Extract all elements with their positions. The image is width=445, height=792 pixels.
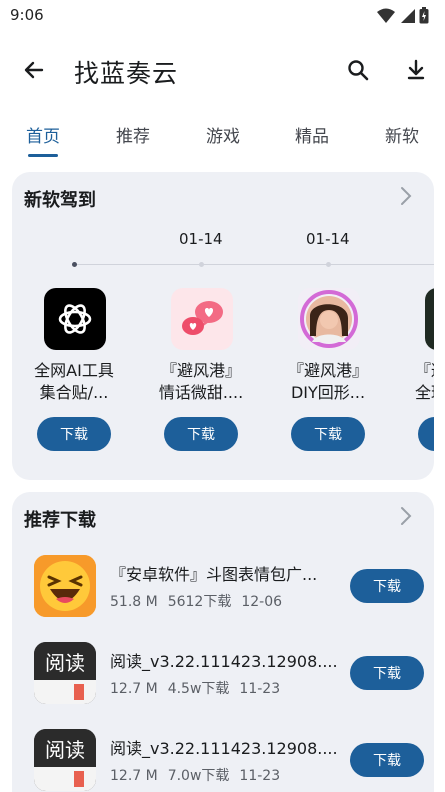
page-title: 找蓝奏云 bbox=[74, 59, 179, 88]
app-meta: 12.7 M 4.5w下载 11-23 bbox=[110, 678, 290, 698]
chevron-right-icon bbox=[401, 507, 412, 525]
wifi-icon bbox=[377, 8, 395, 23]
recommended-card: 推荐下载 『安卓软件』斗图表情包广... 51.8 M 5612下载 12-06 下… bbox=[12, 492, 434, 792]
new-software-card: 新软驾到 01-14 01-14 全网AI工具 集合贴/... 下载 『避风港』… bbox=[12, 172, 434, 480]
green-app-icon bbox=[425, 288, 434, 350]
read-app-icon: 阅读 bbox=[34, 642, 96, 704]
status-time: 9:06 bbox=[10, 6, 44, 24]
app-name: 『避风港』 情话微甜.... bbox=[153, 360, 249, 404]
list-item[interactable]: 阅读 阅读_v3.22.111423.12908.... 12.7 M 4.5w下… bbox=[12, 642, 434, 728]
arrow-left-icon bbox=[24, 61, 44, 79]
battery-icon bbox=[419, 7, 429, 24]
app-name-line: 『避 bbox=[415, 361, 434, 380]
chevron-right-icon bbox=[401, 187, 412, 205]
app-name-line: 全网AI工具 bbox=[34, 361, 114, 380]
status-icons bbox=[377, 7, 429, 24]
app-meta: 51.8 M 5612下载 12-06 bbox=[110, 591, 292, 611]
timeline-line bbox=[74, 264, 434, 265]
laughing-emoji-icon bbox=[34, 555, 96, 617]
app-name-line: 全球 bbox=[415, 383, 434, 402]
tab-recommend[interactable]: 推荐 bbox=[116, 122, 150, 147]
app-name-line: 『避风港』 bbox=[287, 361, 368, 380]
app-size: 12.7 M bbox=[110, 681, 158, 697]
tab-premium[interactable]: 精品 bbox=[295, 122, 329, 147]
more-button[interactable] bbox=[396, 186, 416, 206]
tab-indicator bbox=[28, 154, 58, 157]
avatar-frame-icon bbox=[298, 288, 360, 350]
download-count: 5612下载 bbox=[167, 594, 232, 610]
tab-games[interactable]: 游戏 bbox=[206, 122, 240, 147]
app-name-line: 『避风港』 bbox=[160, 361, 241, 380]
app-name: 『避风港』 DIY回形... bbox=[280, 360, 376, 404]
timeline-dot bbox=[199, 262, 204, 267]
section-title: 推荐下载 bbox=[24, 510, 96, 531]
download-button[interactable]: 下载 bbox=[164, 417, 238, 451]
timeline-dot bbox=[72, 262, 77, 267]
tab-new-software[interactable]: 新软 bbox=[385, 122, 419, 147]
app-name: 阅读_v3.22.111423.12908.... bbox=[110, 739, 338, 758]
icon-text: 阅读 bbox=[45, 737, 85, 762]
read-app-icon: 阅读 bbox=[34, 729, 96, 791]
status-bar: 9:06 bbox=[0, 0, 445, 32]
app-bar: 找蓝奏云 bbox=[0, 40, 445, 100]
back-button[interactable] bbox=[16, 52, 52, 88]
update-date: 11-23 bbox=[239, 681, 281, 697]
app-name-line: 情话微甜.... bbox=[158, 383, 244, 402]
download-button[interactable]: 下载 bbox=[350, 656, 424, 690]
chat-hearts-icon bbox=[171, 288, 233, 350]
tab-home[interactable]: 首页 bbox=[26, 122, 60, 147]
download-manager-button[interactable] bbox=[398, 52, 434, 88]
tab-bar: 首页 推荐 游戏 精品 新软 bbox=[0, 112, 445, 160]
app-name: 全网AI工具 集合贴/... bbox=[26, 360, 122, 404]
update-date: 12-06 bbox=[241, 594, 283, 610]
section-title: 新软驾到 bbox=[24, 190, 96, 211]
app-name-line: 集合贴/... bbox=[39, 383, 109, 402]
download-button[interactable]: 下载 bbox=[350, 743, 424, 777]
icon-text: 阅读 bbox=[45, 650, 85, 675]
update-date: 11-23 bbox=[239, 768, 281, 784]
download-icon bbox=[407, 59, 425, 80]
search-icon bbox=[348, 60, 369, 81]
app-name-line: DIY回形... bbox=[290, 383, 366, 402]
download-button[interactable]: 下载 bbox=[37, 417, 111, 451]
more-button[interactable] bbox=[396, 506, 416, 526]
timeline-dot bbox=[326, 262, 331, 267]
app-name: 阅读_v3.22.111423.12908.... bbox=[110, 652, 338, 671]
openai-logo-icon bbox=[44, 288, 106, 350]
app-name: 『安卓软件』斗图表情包广... bbox=[110, 565, 318, 584]
download-button[interactable]: 下载 bbox=[350, 569, 424, 603]
app-name: 『避 全球 bbox=[415, 360, 434, 404]
signal-icon bbox=[401, 8, 415, 23]
search-button[interactable] bbox=[340, 52, 376, 88]
app-meta: 12.7 M 7.0w下载 11-23 bbox=[110, 765, 290, 785]
timeline-date: 01-14 bbox=[179, 230, 223, 248]
list-item[interactable]: 阅读 阅读_v3.22.111423.12908.... 12.7 M 7.0w下… bbox=[12, 729, 434, 792]
download-button[interactable]: 下载 bbox=[418, 417, 434, 451]
download-count: 4.5w下载 bbox=[167, 681, 230, 697]
app-size: 12.7 M bbox=[110, 768, 158, 784]
download-button[interactable]: 下载 bbox=[291, 417, 365, 451]
download-count: 7.0w下载 bbox=[167, 768, 230, 784]
timeline-date: 01-14 bbox=[306, 230, 350, 248]
list-item[interactable]: 『安卓软件』斗图表情包广... 51.8 M 5612下载 12-06 下载 bbox=[12, 555, 434, 641]
app-size: 51.8 M bbox=[110, 594, 158, 610]
